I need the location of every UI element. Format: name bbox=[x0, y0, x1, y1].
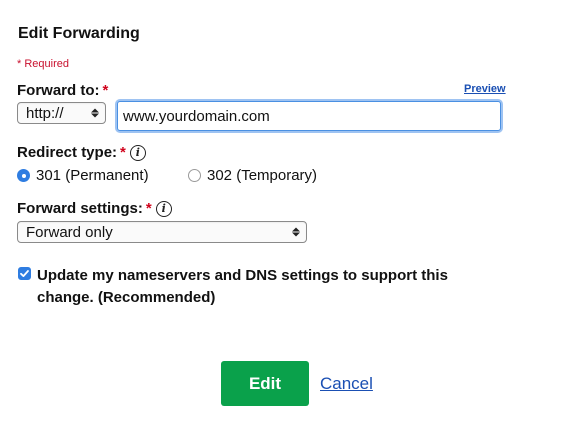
required-asterisk: * bbox=[145, 200, 152, 217]
radio-301-label: 301 (Permanent) bbox=[36, 167, 149, 184]
forward-settings-select-value: Forward only bbox=[26, 223, 113, 241]
forward-settings-label-text: Forward settings: bbox=[17, 200, 143, 217]
dialog-title: Edit Forwarding bbox=[18, 25, 140, 42]
forward-to-label: Forward to: * bbox=[17, 82, 108, 99]
forward-to-label-text: Forward to: bbox=[17, 82, 100, 99]
update-nameservers-label: Update my nameservers and DNS settings t… bbox=[37, 267, 448, 306]
select-arrows-icon bbox=[292, 227, 300, 237]
radio-302-label: 302 (Temporary) bbox=[207, 167, 318, 184]
preview-link[interactable]: Preview bbox=[464, 83, 506, 95]
info-icon[interactable]: i bbox=[129, 144, 146, 161]
radio-button-checked[interactable] bbox=[17, 169, 30, 182]
info-icon[interactable]: i bbox=[155, 200, 172, 217]
redirect-type-label: Redirect type: * i bbox=[17, 144, 146, 161]
radio-302-temporary[interactable]: 302 (Temporary) bbox=[188, 167, 317, 184]
radio-button-unchecked[interactable] bbox=[188, 169, 201, 182]
protocol-select[interactable]: http:// bbox=[17, 102, 106, 124]
required-asterisk: * bbox=[102, 82, 109, 99]
protocol-select-value: http:// bbox=[26, 104, 64, 122]
required-asterisk: * bbox=[120, 144, 126, 161]
select-arrows-icon bbox=[91, 108, 99, 118]
forward-url-input[interactable] bbox=[117, 101, 501, 131]
edit-button[interactable]: Edit bbox=[221, 361, 309, 406]
checkmark-icon bbox=[20, 270, 29, 277]
required-note: * Required bbox=[17, 58, 69, 70]
cancel-link[interactable]: Cancel bbox=[320, 374, 373, 394]
forward-settings-select[interactable]: Forward only bbox=[17, 221, 307, 243]
update-nameservers-checkbox[interactable] bbox=[18, 267, 31, 280]
forward-settings-label: Forward settings: * i bbox=[17, 200, 172, 217]
redirect-type-label-text: Redirect type: bbox=[17, 144, 118, 161]
edit-forwarding-dialog: Edit Forwarding * Required Forward to: * … bbox=[0, 0, 586, 431]
radio-301-permanent[interactable]: 301 (Permanent) bbox=[17, 167, 149, 184]
